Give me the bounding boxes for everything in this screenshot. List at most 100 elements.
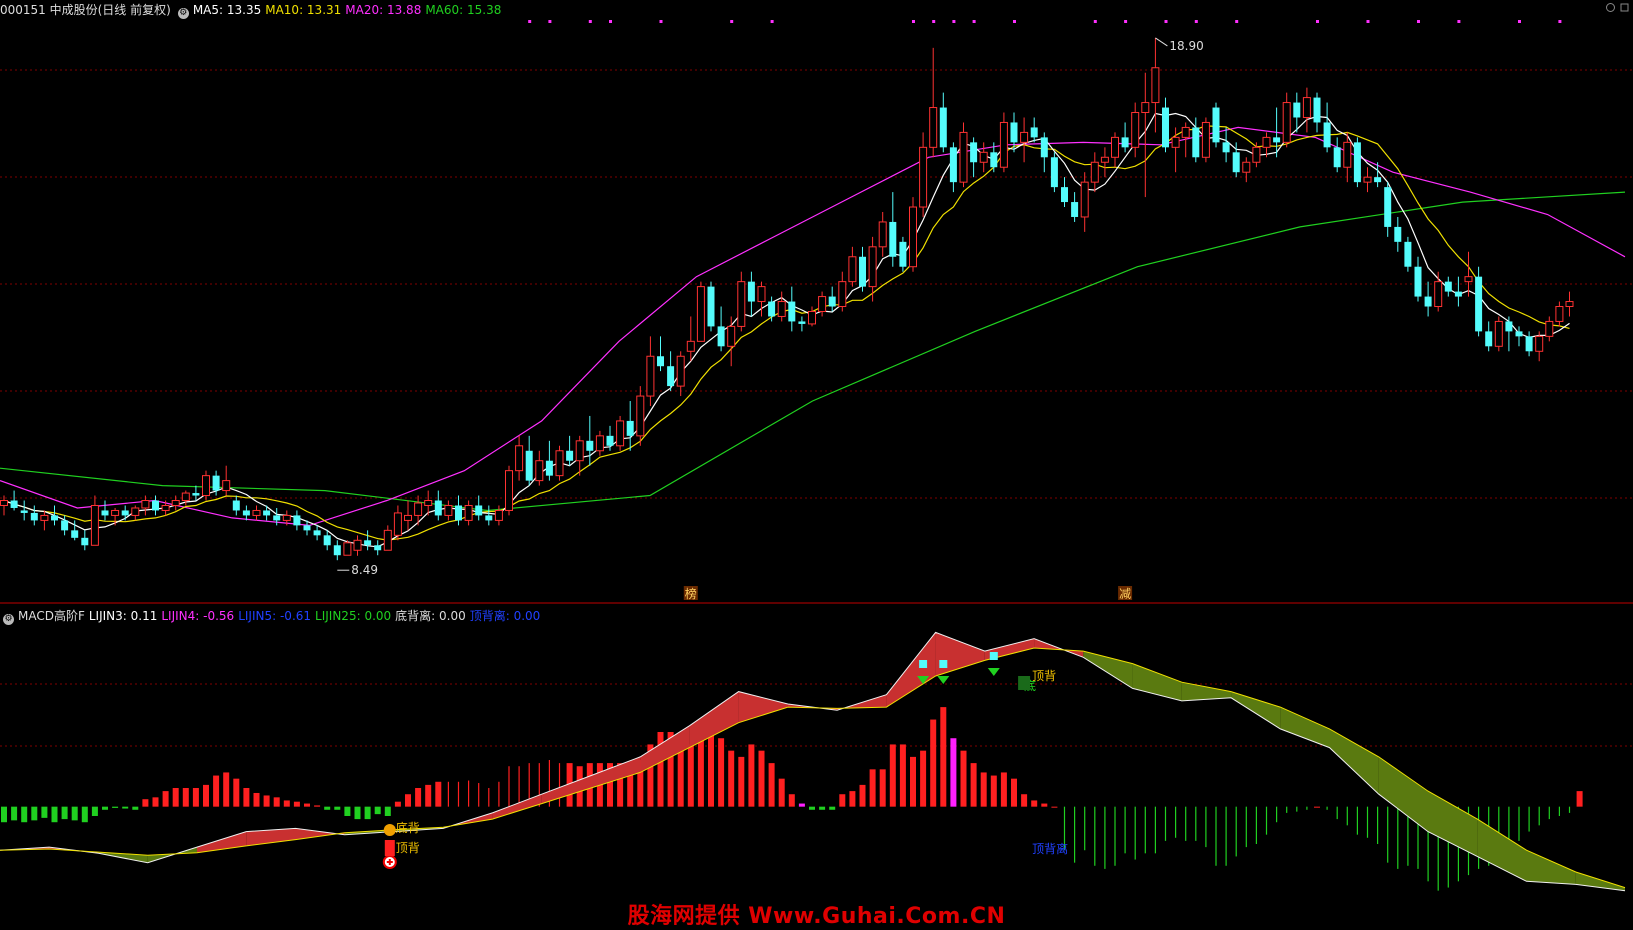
- signal-dot: [528, 20, 532, 23]
- event-marker-label: 榜: [685, 586, 697, 601]
- signal-square: [939, 660, 948, 668]
- signal-dot: [1093, 20, 1097, 23]
- macd-bar: [778, 778, 785, 807]
- macd-ribbon-segment: [1132, 663, 1182, 701]
- settings-icon[interactable]: ⚙: [3, 614, 14, 625]
- candle-body: [1100, 156, 1109, 163]
- candle-body: [696, 286, 705, 342]
- candle-body: [61, 520, 69, 531]
- macd-bar: [798, 803, 805, 807]
- candle-body: [1293, 102, 1301, 118]
- smile-icon: [383, 824, 396, 836]
- macd-bar: [1041, 803, 1048, 807]
- candle-body: [919, 146, 928, 208]
- signal-dot: [1194, 20, 1198, 23]
- candle-body: [889, 221, 897, 257]
- candle-body: [1394, 226, 1402, 242]
- candle-body: [929, 107, 938, 148]
- macd-bar: [1576, 791, 1583, 807]
- signal-dot: [659, 20, 663, 23]
- macd-ribbon-segment: [1378, 756, 1428, 832]
- candle-body: [737, 281, 746, 327]
- candle-body: [909, 206, 917, 268]
- macd-bar: [728, 750, 735, 807]
- candle-body: [798, 321, 806, 324]
- ma-label: MA20: 13.88: [345, 3, 422, 17]
- macd-bar: [253, 792, 260, 807]
- candle-body: [51, 515, 58, 521]
- candle-body: [1192, 127, 1200, 158]
- candle-body: [1515, 331, 1523, 337]
- macd-bar: [102, 806, 108, 810]
- macd-bar: [243, 788, 250, 807]
- candle-body: [939, 107, 947, 148]
- candle-body: [586, 440, 594, 451]
- candle-body: [444, 504, 453, 516]
- candle-body: [566, 450, 574, 461]
- macd-bar: [192, 788, 199, 807]
- macd-bar: [889, 744, 896, 807]
- candle-body: [242, 510, 250, 516]
- candle-body: [131, 507, 140, 516]
- candle-body: [1201, 121, 1210, 158]
- candle-body: [141, 500, 150, 509]
- candle-body: [505, 470, 513, 511]
- macd-bar: [990, 775, 997, 807]
- candle-body: [161, 504, 170, 511]
- candle-body: [878, 221, 887, 248]
- macd-bar: [324, 806, 331, 810]
- candle-body: [707, 286, 715, 327]
- indicator-header: ⚙ MACD高阶F LIJIN3: 0.11 LIJIN4: -0.56 LIJIN5:…: [0, 608, 548, 625]
- candle-body: [1232, 152, 1240, 173]
- macd-ribbon-segment: [886, 632, 936, 708]
- macd-bar: [940, 707, 947, 807]
- candle-body: [383, 529, 392, 551]
- main-chart-header: 000151 中成股份(日线 前复权) ⚙ MA5: 13.35 MA10: 13.3…: [0, 2, 509, 19]
- macd-bar: [233, 778, 240, 807]
- macd-bar: [41, 806, 48, 818]
- signal-dot: [1366, 20, 1370, 23]
- candle-body: [1273, 137, 1281, 143]
- macd-bar: [950, 738, 957, 807]
- macd-bar: [920, 750, 927, 807]
- macd-bar: [899, 744, 906, 807]
- macd-bar: [61, 806, 68, 820]
- candle-body: [949, 147, 957, 183]
- candle-body: [727, 325, 736, 347]
- settings-icon[interactable]: ⚙: [177, 8, 189, 19]
- candle-body: [676, 355, 685, 387]
- signal-dot: [1518, 20, 1521, 23]
- macd-bar: [718, 738, 725, 807]
- candle-body: [1374, 177, 1382, 183]
- macd-ribbon-segment: [1329, 728, 1379, 795]
- candle-body: [1333, 147, 1341, 168]
- candle-body: [1252, 146, 1261, 163]
- stock-chart-canvas[interactable]: 18.908.49榜 减底背顶背顶背底顶背离: [0, 0, 1633, 927]
- candle-body: [1323, 122, 1331, 148]
- macd-bar: [314, 805, 321, 807]
- macd-bar: [415, 788, 422, 807]
- macd-bar: [31, 806, 38, 821]
- macd-bar: [829, 806, 836, 810]
- candle-body: [1444, 281, 1452, 292]
- stock-title: 000151 中成股份(日线 前复权): [0, 3, 171, 17]
- candle-body: [818, 296, 827, 312]
- candle-body: [1181, 126, 1190, 138]
- macd-ribbon-segment: [738, 691, 788, 723]
- candle-body: [374, 545, 382, 551]
- candle-body: [1313, 97, 1321, 123]
- candle-body: [90, 504, 99, 546]
- macd-bar: [910, 756, 916, 807]
- macd-bar: [334, 806, 341, 810]
- minimize-icon[interactable]: [1606, 3, 1615, 12]
- candle-body: [404, 514, 412, 521]
- macd-ribbon-segment: [1280, 707, 1330, 748]
- maximize-icon[interactable]: [1620, 3, 1629, 12]
- signal-square: [919, 660, 928, 668]
- candle-body: [1434, 281, 1443, 308]
- candle-body: [768, 301, 776, 317]
- ma10-line: [3, 125, 1570, 541]
- macd-bar: [142, 799, 149, 807]
- macd-bar: [405, 794, 411, 807]
- macd-bar: [960, 750, 967, 807]
